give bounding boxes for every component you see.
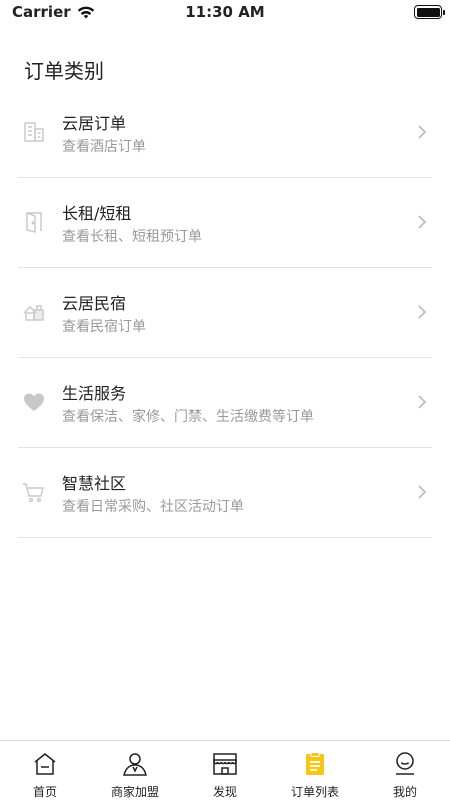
category-subtitle: 查看酒店订单 [62, 139, 146, 155]
status-time: 11:30 AM [185, 3, 265, 21]
tab-label: 商家加盟 [110, 785, 159, 799]
chevron-right-icon [416, 483, 428, 501]
category-subtitle: 查看保洁、家修、门禁、生活缴费等订单 [62, 409, 314, 425]
tab-label: 首页 [32, 785, 57, 799]
door-icon [22, 210, 46, 234]
chevron-right-icon [416, 393, 428, 411]
order-list-icon [302, 751, 328, 777]
page-title: 订单类别 [24, 59, 104, 83]
category-subtitle: 查看长租、短租预订单 [62, 229, 202, 245]
tab-label: 订单列表 [290, 785, 339, 799]
chevron-right-icon [416, 303, 428, 321]
home-icon [32, 751, 58, 777]
merchant-icon [122, 751, 148, 777]
tab-home[interactable]: 首页 [0, 741, 90, 801]
tab-merchant[interactable]: 商家加盟 [90, 741, 180, 801]
profile-icon [392, 751, 418, 777]
cart-icon [22, 480, 46, 504]
category-row-life-services[interactable]: 生活服务 查看保洁、家修、门禁、生活缴费等订单 [18, 358, 432, 448]
tab-label: 我的 [392, 785, 417, 799]
tab-bar: 首页 商家加盟 发现 订单列表 我的 [0, 740, 450, 800]
status-bar: Carrier 11:30 AM [0, 0, 450, 24]
category-row-smart-community[interactable]: 智慧社区 查看日常采购、社区活动订单 [18, 448, 432, 538]
building-icon [22, 120, 46, 144]
category-title: 云居民宿 [62, 294, 127, 313]
category-row-rental[interactable]: 长租/短租 查看长租、短租预订单 [18, 178, 432, 268]
category-title: 云居订单 [62, 114, 127, 133]
category-subtitle: 查看民宿订单 [62, 319, 146, 335]
category-title: 智慧社区 [62, 474, 127, 493]
tab-profile[interactable]: 我的 [360, 741, 450, 801]
house-icon [22, 300, 46, 324]
battery-level [416, 7, 440, 17]
chevron-right-icon [416, 123, 428, 141]
tab-label: 发现 [212, 785, 237, 799]
chevron-right-icon [416, 213, 428, 231]
battery-icon [414, 5, 445, 19]
store-icon [212, 751, 238, 777]
category-title: 长租/短租 [62, 204, 132, 223]
category-list: 云居订单 查看酒店订单 长租/短租 查看长租、短租预订单 云居民宿 查看民宿订单… [18, 88, 432, 538]
heart-icon [22, 390, 46, 414]
tab-discover[interactable]: 发现 [180, 741, 270, 801]
category-subtitle: 查看日常采购、社区活动订单 [62, 499, 244, 515]
category-row-homestay[interactable]: 云居民宿 查看民宿订单 [18, 268, 432, 358]
category-title: 生活服务 [62, 384, 127, 403]
category-row-yunju-orders[interactable]: 云居订单 查看酒店订单 [18, 88, 432, 178]
tab-order-list[interactable]: 订单列表 [270, 741, 360, 801]
